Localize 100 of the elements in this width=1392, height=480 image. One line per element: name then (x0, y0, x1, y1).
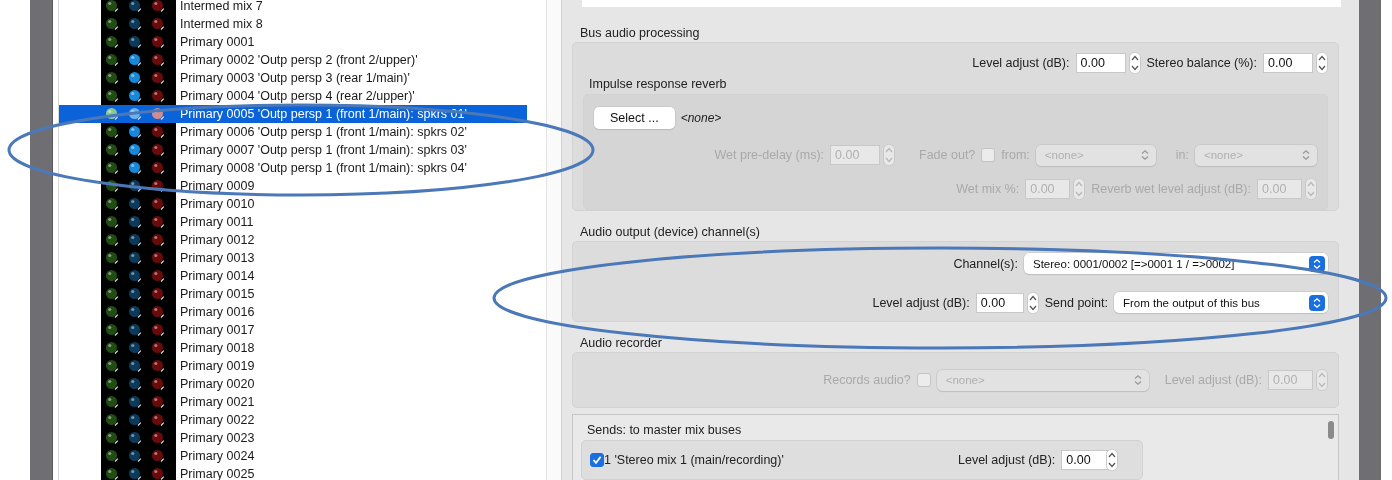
dropdown[interactable]: From the output of this bus (1114, 292, 1328, 314)
led-icon (105, 305, 119, 319)
bus-list-row[interactable]: Primary 0011 (59, 213, 527, 231)
section-title: Bus audio processing (579, 24, 701, 42)
led-icon (151, 89, 165, 103)
led-icon (151, 341, 165, 355)
splitter[interactable] (546, 0, 561, 480)
status-led-icon (128, 269, 142, 283)
status-led-icon (128, 251, 142, 265)
bus-name: Primary 0023 (180, 431, 255, 445)
status-led-icon (128, 305, 142, 319)
status-led-icon (128, 161, 142, 175)
led-icon (105, 143, 119, 157)
bus-list-row[interactable]: Primary 0002 'Outp persp 2 (front 2/upper)' (59, 51, 527, 69)
bus-name: Primary 0015 (180, 287, 255, 301)
chevron-updown-icon[interactable] (1309, 255, 1325, 272)
led-icon (105, 215, 119, 229)
stepper-icon[interactable] (1128, 51, 1141, 74)
led-icon (105, 35, 119, 49)
stepper-icon[interactable] (1316, 51, 1328, 74)
led-icon (105, 341, 119, 355)
bus-list-row[interactable]: Primary 0024 (59, 447, 527, 465)
status-led-icon (128, 287, 142, 301)
section-title: Audio output (device) channel(s) (579, 223, 761, 241)
field-label: Stereo balance (%): (1146, 55, 1257, 70)
scrollbar-thumb[interactable] (1328, 421, 1334, 439)
bus-list-row[interactable]: Primary 0022 (59, 411, 527, 429)
status-led-icon (128, 215, 142, 229)
led-icon (151, 233, 165, 247)
led-icon (151, 431, 165, 445)
number-field[interactable]: 0.00 (1061, 450, 1110, 470)
number-field[interactable]: 0.00 (1075, 52, 1126, 73)
bus-list-row[interactable]: Primary 0017 (59, 321, 527, 339)
bus-list-row[interactable]: Primary 0006 'Outp persp 1 (front 1/main): spkrs 02' (59, 123, 527, 141)
stepper-icon[interactable] (1106, 449, 1119, 471)
led-icon (151, 143, 165, 157)
bus-list-row[interactable]: Primary 0023 (59, 429, 527, 447)
bus-list-row[interactable]: Primary 0025 (59, 465, 527, 480)
bus-list-row[interactable]: Primary 0021 (59, 393, 527, 411)
number-field[interactable]: 0.00 (1263, 52, 1313, 73)
bus-name: Primary 0016 (180, 305, 255, 319)
bus-list-row[interactable]: Primary 0020 (59, 375, 527, 393)
led-icon (151, 287, 165, 301)
status-led-icon (128, 413, 142, 427)
status-led-icon (128, 143, 142, 157)
led-icon (151, 107, 165, 121)
checkbox[interactable] (590, 453, 604, 467)
bus-name: Primary 0021 (180, 395, 255, 409)
status-led-icon (128, 449, 142, 463)
bus-list-row[interactable]: Primary 0001 (59, 33, 527, 51)
bus-list-row[interactable]: Primary 0009 (59, 177, 527, 195)
stepper-icon[interactable] (1026, 291, 1039, 314)
file-name: <none> (680, 110, 722, 125)
led-icon (151, 395, 165, 409)
bus-name: Primary 0012 (180, 233, 255, 247)
bus-list-row[interactable]: Primary 0015 (59, 285, 527, 303)
bus-list-row[interactable]: Primary 0003 'Outp persp 3 (rear 1/main)' (59, 69, 527, 87)
bus-list-row[interactable]: Primary 0004 'Outp persp 4 (rear 2/upper)' (59, 87, 527, 105)
led-icon (105, 89, 119, 103)
led-icon (105, 413, 119, 427)
bus-list-row[interactable]: Primary 0019 (59, 357, 527, 375)
led-icon (151, 467, 165, 480)
bus-list-row[interactable]: Primary 0018 (59, 339, 527, 357)
status-led-icon (128, 323, 142, 337)
bus-list-row[interactable]: Primary 0008 'Outp persp 1 (front 1/main): spkrs 04' (59, 159, 527, 177)
bus-name: Primary 0011 (180, 215, 254, 229)
led-icon (105, 449, 119, 463)
status-led-icon (128, 179, 142, 193)
led-icon (105, 359, 119, 373)
bus-list-row[interactable]: Primary 0016 (59, 303, 527, 321)
bus-name: Primary 0008 'Outp persp 1 (front 1/main): spkrs 04' (180, 161, 467, 175)
number-field[interactable]: 0.00 (975, 292, 1024, 313)
bus-list-row[interactable]: Primary 0012 (59, 231, 527, 249)
led-icon (151, 377, 165, 391)
led-icon (105, 197, 119, 211)
led-icon (151, 197, 165, 211)
bus-list-row[interactable]: Primary 0013 (59, 249, 527, 267)
chevron-updown-icon[interactable] (1309, 294, 1325, 311)
status-led-icon (128, 377, 142, 391)
led-icon (105, 395, 119, 409)
bus-list-row[interactable]: Intermed mix 8 (59, 15, 527, 33)
bus-list-row[interactable]: Primary 0007 'Outp persp 1 (front 1/main): spkrs 03' (59, 141, 527, 159)
bus-name: Primary 0013 (180, 251, 255, 265)
led-icon (151, 35, 165, 49)
status-led-icon (128, 0, 142, 13)
select-button[interactable]: Select ... (594, 106, 675, 129)
bus-list-row[interactable]: Primary 0010 (59, 195, 527, 213)
bus-list-row[interactable]: Primary 0014 (59, 267, 527, 285)
bus-list-row[interactable]: Intermed mix 7 (59, 0, 527, 15)
led-icon (105, 161, 119, 175)
led-icon (151, 161, 165, 175)
led-icon (151, 179, 165, 193)
status-led-icon (128, 395, 142, 409)
led-icon (105, 323, 119, 337)
section-title: Sends: to master mix buses (586, 422, 743, 439)
led-icon (105, 431, 119, 445)
led-icon (151, 215, 165, 229)
bus-name: Primary 0002 'Outp persp 2 (front 2/upper)' (180, 53, 418, 67)
bus-name: Primary 0019 (180, 359, 255, 373)
bus-name: Primary 0010 (180, 197, 255, 211)
